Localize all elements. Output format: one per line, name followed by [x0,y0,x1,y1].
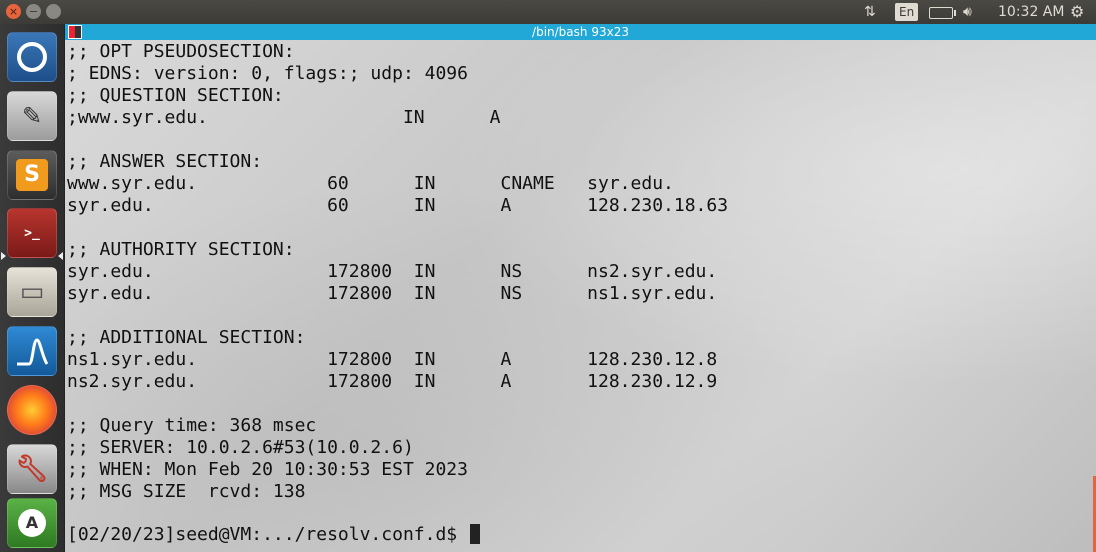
prompt-line[interactable]: [02/20/23]seed@VM:.../resolv.conf.d$ [67,524,480,546]
maximize-window-button[interactable] [46,4,61,19]
system-settings-button[interactable]: 🔧︎ [7,444,57,494]
text-editor-button[interactable]: ✎ [7,91,57,141]
terminal-button[interactable]: >_ [7,208,57,258]
terminal-line: ;; ANSWER SECTION: [67,151,263,172]
close-window-button[interactable]: × [6,4,21,19]
top-panel: × − ⇅ En 🔊︎ 10:32 AM ⚙ [0,0,1096,24]
keyboard-language-indicator[interactable]: En [895,3,919,21]
terminal-line: ;; QUESTION SECTION: [67,85,284,106]
terminal-menu-icon[interactable] [68,25,82,39]
battery-icon[interactable] [929,7,956,19]
gear-icon[interactable]: ⚙ [1070,0,1084,24]
text-cursor [469,524,480,544]
terminal-line: ;; AUTHORITY SECTION: [67,239,295,260]
minimize-window-button[interactable]: − [26,4,41,19]
terminal-title: /bin/bash 93x23 [532,25,629,39]
active-indicator-right [58,252,63,260]
sublime-text-button[interactable]: S [7,150,57,200]
launcher: ✎ S >_ ▭ 🔧︎ A [0,24,65,552]
network-arrows-icon[interactable]: ⇅ [864,0,876,24]
files-icon: ▭ [19,277,45,307]
terminal-output: ;; OPT PSEUDOSECTION:; EDNS: version: 0,… [67,41,728,503]
terminal-line: ; EDNS: version: 0, flags:; udp: 4096 [67,63,468,84]
terminal-line: ;; OPT PSEUDOSECTION: [67,41,295,62]
terminal-line: ;www.syr.edu. IN A [67,107,501,128]
volume-icon[interactable]: 🔊︎ [963,0,972,24]
wireshark-icon [17,338,49,366]
software-updater-button[interactable]: A [7,498,57,548]
shell-prompt: [02/20/23]seed@VM:.../resolv.conf.d$ [67,524,468,545]
terminal-icon: >_ [24,225,40,241]
terminal-body[interactable]: ;; OPT PSEUDOSECTION:; EDNS: version: 0,… [65,40,1096,552]
files-button[interactable]: ▭ [7,267,57,317]
settings-icon: 🔧︎ [15,454,49,484]
terminal-line: ;; SERVER: 10.0.2.6#53(10.0.2.6) [67,437,414,458]
terminal-line: syr.edu. 60 IN A 128.230.18.63 [67,195,729,216]
terminal-line: ;; Query time: 368 msec [67,415,317,436]
terminal-line: ;; MSG SIZE rcvd: 138 [67,481,306,502]
terminal-line: syr.edu. 172800 IN NS ns2.syr.edu. [67,261,718,282]
updater-icon: A [18,509,46,537]
terminal-line: ;; ADDITIONAL SECTION: [67,327,306,348]
firefox-button[interactable] [7,385,57,435]
active-indicator-left [1,252,6,260]
terminal-title-bar[interactable]: /bin/bash 93x23 [65,24,1096,40]
ubuntu-logo-icon [17,42,47,72]
terminal-line: ;; WHEN: Mon Feb 20 10:30:53 EST 2023 [67,459,468,480]
terminal-line: syr.edu. 172800 IN NS ns1.syr.edu. [67,283,718,304]
wireshark-button[interactable] [7,326,57,376]
text-editor-icon: ✎ [21,102,43,130]
terminal-line: ns2.syr.edu. 172800 IN A 128.230.12.9 [67,371,718,392]
terminal-line: ns1.syr.edu. 172800 IN A 128.230.12.8 [67,349,718,370]
ubuntu-dash-button[interactable] [7,32,57,82]
clock[interactable]: 10:32 AM [998,0,1064,24]
sublime-icon: S [16,159,48,191]
terminal-line: www.syr.edu. 60 IN CNAME syr.edu. [67,173,674,194]
